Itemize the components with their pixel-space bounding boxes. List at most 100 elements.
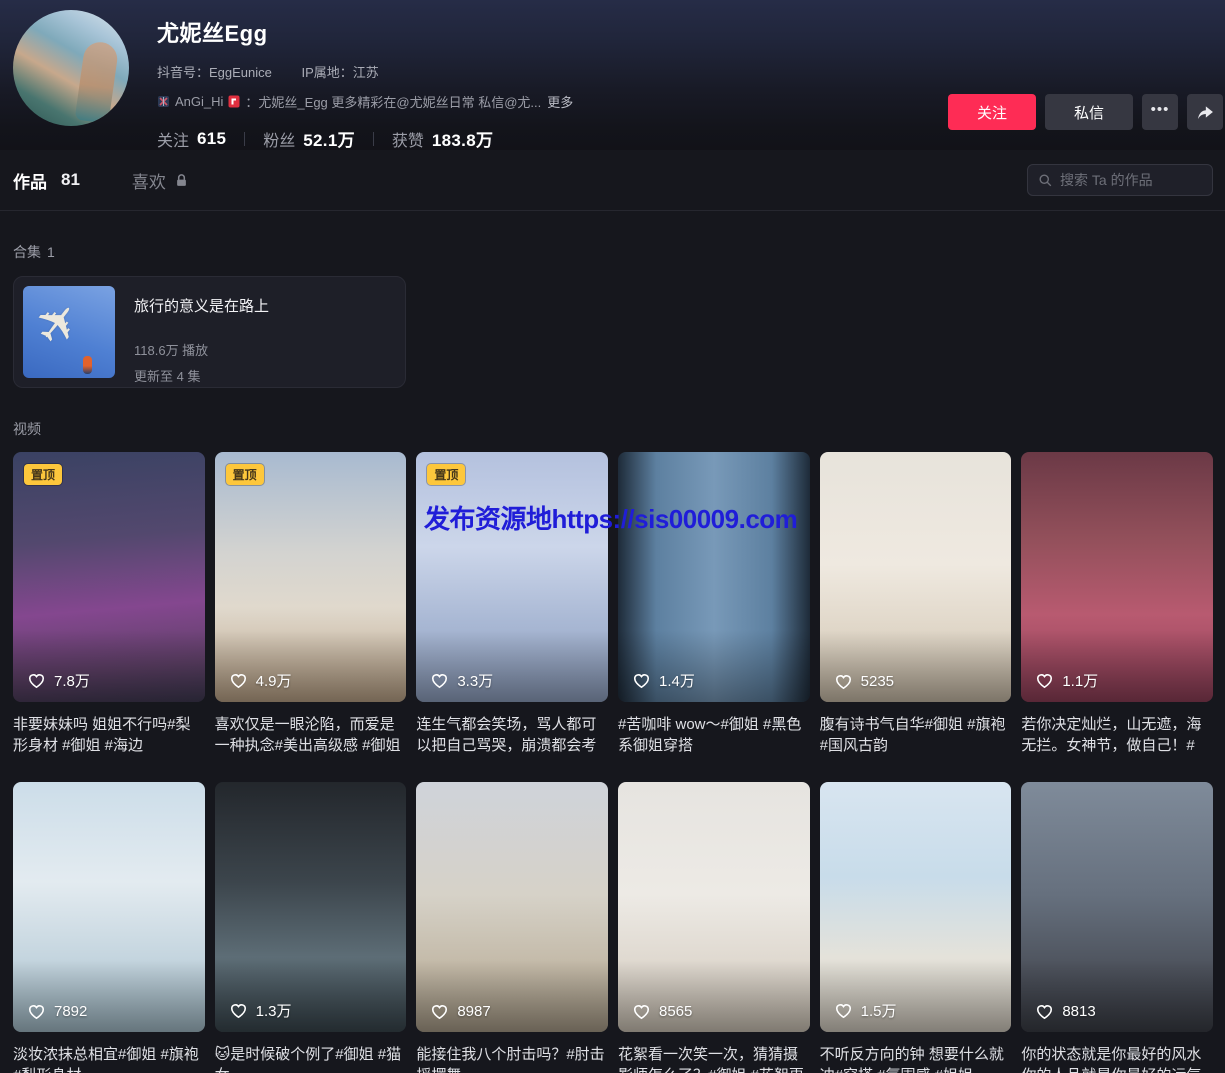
bio-line: AnGi_Hi ：尤妮丝_Egg 更多精彩在@尤妮丝日常 私信@尤... 更多 (157, 92, 573, 111)
like-count: 1.3万 (229, 1000, 292, 1021)
stat-followers: 粉丝 52.1万 (263, 126, 355, 151)
tab-likes[interactable]: 喜欢 (132, 168, 189, 193)
video-thumbnail[interactable]: 1.3万 (215, 782, 407, 1032)
heart-icon (229, 671, 248, 690)
collection-thumbnail: ✈ (23, 286, 115, 378)
heart-icon (1035, 1002, 1054, 1021)
like-count: 7892 (27, 1002, 87, 1021)
collection-card[interactable]: ✈ 旅行的意义是在路上 118.6万 播放 更新至 4 集 (13, 276, 406, 388)
heart-icon (430, 671, 449, 690)
like-count-text: 3.3万 (457, 670, 493, 691)
video-thumbnail[interactable]: 置顶 3.3万 (416, 452, 608, 702)
message-button[interactable]: 私信 (1045, 94, 1133, 130)
like-count-text: 7.8万 (54, 670, 90, 691)
like-count: 3.3万 (430, 670, 493, 691)
video-card[interactable]: 置顶 4.9万 喜欢仅是一眼沦陷，而爱是一种执念#美出高级感 #御姐 #... (215, 452, 407, 756)
heart-icon (229, 1001, 248, 1020)
video-thumbnail[interactable]: 7892 (13, 782, 205, 1032)
collection-title: 旅行的意义是在路上 (134, 295, 269, 316)
video-card[interactable]: 1.5万 不听反方向的钟 想要什么就冲#穿搭 #氛围感 #姐姐 (820, 782, 1012, 1073)
like-count: 1.5万 (834, 1000, 897, 1021)
airplane-image: ✈ (23, 288, 96, 359)
like-count: 8987 (430, 1002, 490, 1021)
video-caption: 喜欢仅是一眼沦陷，而爱是一种执念#美出高级感 #御姐 #... (215, 714, 407, 756)
like-count: 8813 (1035, 1002, 1095, 1021)
video-card[interactable]: 置顶 3.3万 连生气都会笑场，骂人都可以把自己骂哭，崩溃都会考虑... (416, 452, 608, 756)
collection-episodes: 更新至 4 集 (134, 366, 269, 385)
profile-info: 尤妮丝Egg 抖音号：EggEunice IP属地：江苏 AnGi_Hi ：尤妮… (157, 16, 573, 151)
like-count-text: 4.9万 (256, 670, 292, 691)
collection-section-label: 合集1 (13, 242, 1213, 262)
bio-more-link[interactable]: 更多 (547, 92, 573, 111)
search-input[interactable] (1060, 172, 1202, 188)
heart-icon (834, 1001, 853, 1020)
collection-section: 合集1 ✈ 旅行的意义是在路上 118.6万 播放 更新至 4 集 (0, 242, 1225, 388)
video-card[interactable]: 置顶 7.8万 非要妹妹吗 姐姐不行吗#梨形身材 #御姐 #海边 (13, 452, 205, 756)
stat-likes-label: 获赞 (392, 127, 424, 151)
like-count: 7.8万 (27, 670, 90, 691)
like-count: 1.1万 (1035, 670, 1098, 691)
video-thumbnail[interactable]: 8813 (1021, 782, 1213, 1032)
video-thumbnail[interactable]: 8987 (416, 782, 608, 1032)
video-thumbnail[interactable]: 5235 (820, 452, 1012, 702)
bio-app-icon-blue (157, 95, 170, 108)
video-card[interactable]: 8565 花絮看一次笑一次，猜猜摄影师怎么了？#御姐 #花絮更精... (618, 782, 810, 1073)
video-card[interactable]: 1.4万 #苦咖啡 wow～#御姐 #黑色系御姐穿搭 (618, 452, 810, 756)
bio-text: ：尤妮丝_Egg 更多精彩在@尤妮丝日常 私信@尤... (245, 92, 541, 111)
pinned-badge: 置顶 (24, 464, 62, 485)
avatar[interactable] (13, 10, 129, 126)
person-figure (83, 356, 92, 374)
stat-following-value: 615 (197, 129, 226, 149)
video-thumbnail[interactable]: 1.1万 (1021, 452, 1213, 702)
video-thumbnail[interactable]: 置顶 4.9万 (215, 452, 407, 702)
tab-works-count: 81 (61, 170, 80, 190)
collection-count: 1 (47, 244, 55, 260)
video-card[interactable]: 8813 你的状态就是你最好的风水 你的人品就是你最好的运气#... (1021, 782, 1213, 1073)
share-button[interactable] (1187, 94, 1223, 130)
video-card[interactable]: 1.3万 🐱是时候破个例了#御姐 #猫女 (215, 782, 407, 1073)
bio-handle: AnGi_Hi (175, 94, 223, 109)
content-tabs: 作品 81 喜欢 (0, 150, 1225, 211)
action-buttons: 关注 私信 ••• (948, 94, 1223, 130)
tab-works[interactable]: 作品 81 (13, 168, 80, 193)
stat-followers-value: 52.1万 (303, 126, 355, 151)
watermark-overlay: 发布资源地https://sis00009.com (424, 499, 797, 536)
video-caption: 若你决定灿烂，山无遮，海无拦。女神节，做自己！#感... (1021, 714, 1213, 756)
like-count-text: 1.4万 (659, 670, 695, 691)
video-thumbnail[interactable]: 置顶 7.8万 (13, 452, 205, 702)
video-grid: 置顶 7.8万 非要妹妹吗 姐姐不行吗#梨形身材 #御姐 #海边 置顶 4.9万… (0, 452, 1225, 1073)
follow-button[interactable]: 关注 (948, 94, 1036, 130)
video-caption: 不听反方向的钟 想要什么就冲#穿搭 #氛围感 #姐姐 (820, 1044, 1012, 1073)
video-card[interactable]: 1.1万 若你决定灿烂，山无遮，海无拦。女神节，做自己！#感... (1021, 452, 1213, 756)
like-count: 5235 (834, 672, 894, 691)
video-card[interactable]: 8987 能接住我八个肘击吗？#肘击摇摆舞 (416, 782, 608, 1073)
video-caption: 你的状态就是你最好的风水 你的人品就是你最好的运气#... (1021, 1044, 1213, 1073)
video-caption: 花絮看一次笑一次，猜猜摄影师怎么了？#御姐 #花絮更精... (618, 1044, 810, 1073)
more-icon: ••• (1151, 101, 1170, 118)
like-count-text: 8813 (1062, 1003, 1095, 1020)
like-count-text: 8565 (659, 1003, 692, 1020)
more-button[interactable]: ••• (1142, 94, 1178, 130)
tab-works-label: 作品 (13, 168, 47, 193)
like-count: 4.9万 (229, 670, 292, 691)
heart-icon (632, 671, 651, 690)
search-box[interactable] (1027, 164, 1213, 196)
heart-icon (430, 1002, 449, 1021)
username: 尤妮丝Egg (157, 16, 573, 48)
ip-location: IP属地：江苏 (302, 65, 379, 80)
profile-meta: 抖音号：EggEunice IP属地：江苏 (157, 62, 573, 81)
stats-row: 关注 615 粉丝 52.1万 获赞 183.8万 (157, 126, 573, 151)
video-thumbnail[interactable]: 1.5万 (820, 782, 1012, 1032)
profile-page: 尤妮丝Egg 抖音号：EggEunice IP属地：江苏 AnGi_Hi ：尤妮… (0, 0, 1225, 1073)
douyin-id: 抖音号：EggEunice (157, 65, 272, 80)
video-card[interactable]: 5235 腹有诗书气自华#御姐 #旗袍 #国风古韵 (820, 452, 1012, 756)
video-thumbnail[interactable]: 8565 (618, 782, 810, 1032)
collection-plays: 118.6万 播放 (134, 340, 269, 359)
video-caption: 腹有诗书气自华#御姐 #旗袍 #国风古韵 (820, 714, 1012, 756)
like-count-text: 8987 (457, 1003, 490, 1020)
like-count: 1.4万 (632, 670, 695, 691)
video-caption: 能接住我八个肘击吗？#肘击摇摆舞 (416, 1044, 608, 1073)
video-card[interactable]: 7892 淡妆浓抹总相宜#御姐 #旗袍 #梨形身材 (13, 782, 205, 1073)
pinned-badge: 置顶 (427, 464, 465, 485)
video-thumbnail[interactable]: 1.4万 (618, 452, 810, 702)
